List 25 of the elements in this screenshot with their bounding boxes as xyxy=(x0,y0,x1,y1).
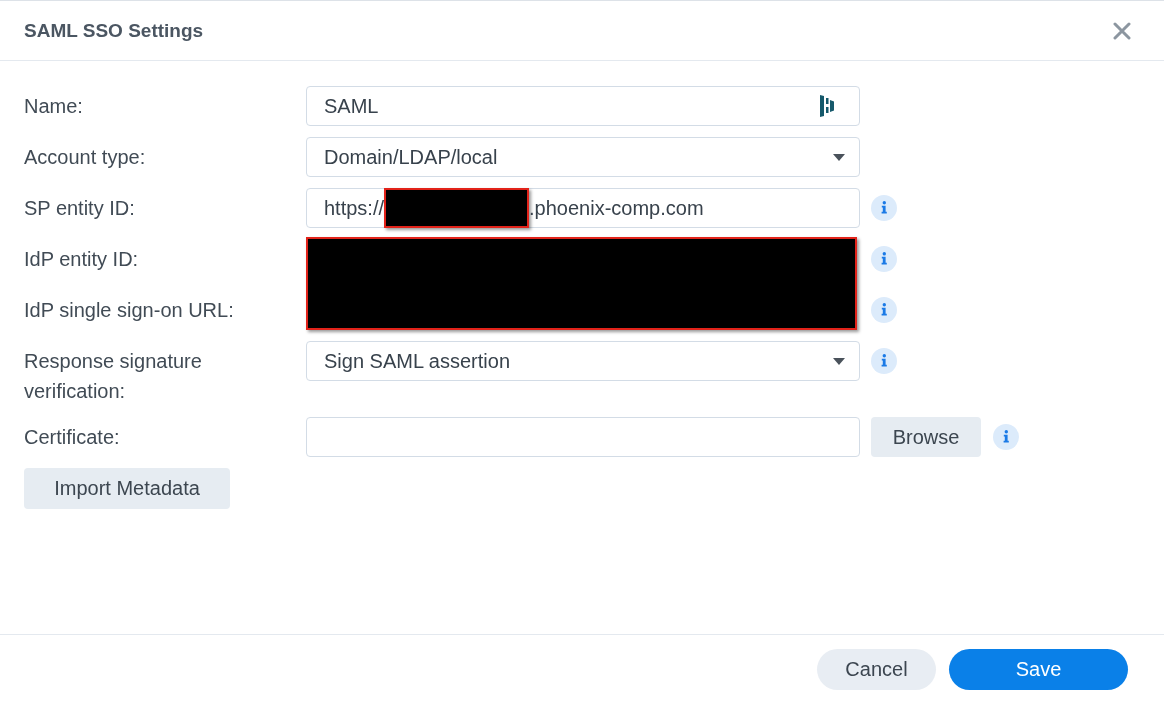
field-label: IdP single sign-on URL: xyxy=(24,298,235,323)
field-label: Certificate: xyxy=(24,425,121,450)
field-label: SP entity ID: xyxy=(24,196,136,221)
save-button[interactable]: Save xyxy=(949,649,1128,690)
field-label: Name: xyxy=(24,94,84,119)
cancel-button[interactable]: Cancel xyxy=(817,649,936,690)
caret-icon xyxy=(833,357,845,365)
info-icon[interactable] xyxy=(993,424,1019,450)
field-label: Response signature verification: xyxy=(24,349,203,404)
text-field[interactable]: https:// .phoenix-comp.com xyxy=(306,188,860,228)
close-button[interactable] xyxy=(1113,21,1131,40)
info-icon[interactable] xyxy=(871,348,897,374)
text-field[interactable]: SAML xyxy=(306,86,860,126)
import-metadata-button[interactable]: Import Metadata xyxy=(24,468,230,509)
dropdown[interactable]: Sign SAML assertion xyxy=(306,341,860,381)
field-label: Account type: xyxy=(24,145,147,170)
info-icon[interactable] xyxy=(871,297,897,323)
browse-button[interactable]: Browse xyxy=(871,417,981,457)
dropdown[interactable]: Domain/LDAP/local xyxy=(306,137,860,177)
info-icon[interactable] xyxy=(871,195,897,221)
caret-icon xyxy=(833,153,845,161)
close-icon xyxy=(1113,21,1131,40)
info-icon[interactable] xyxy=(871,246,897,272)
dialog-title: SAML SSO Settings xyxy=(24,19,204,42)
file-path-field[interactable] xyxy=(306,417,860,457)
